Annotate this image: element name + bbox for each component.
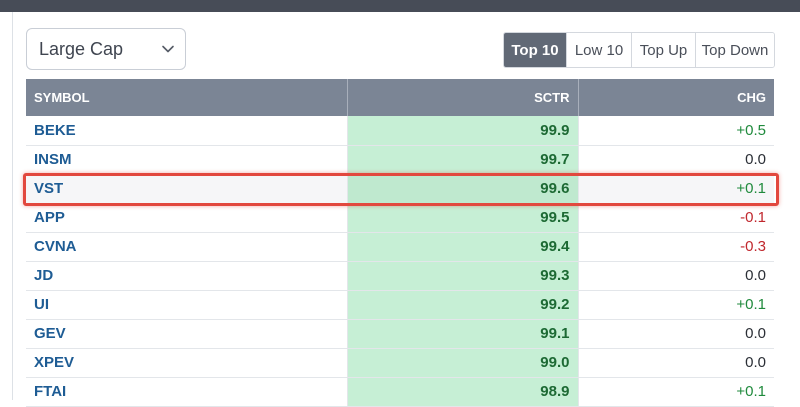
symbol-link[interactable]: APP [26, 203, 348, 233]
change-value: -0.3 [578, 232, 774, 262]
table-row: INSM 99.7 0.0 [26, 145, 774, 175]
filter-low-10-button[interactable]: Low 10 [566, 33, 631, 67]
sctr-value: 99.4 [347, 232, 579, 262]
symbol-link[interactable]: GEV [26, 319, 348, 349]
symbol-link[interactable]: VST [26, 174, 348, 204]
change-value: 0.0 [578, 319, 774, 349]
symbol-link[interactable]: JD [26, 261, 348, 291]
top-bar [0, 0, 800, 12]
table-row: APP 99.5 -0.1 [26, 203, 774, 233]
symbol-link[interactable]: BEKE [26, 116, 348, 146]
cap-size-dropdown[interactable]: Large Cap [26, 28, 186, 70]
table-header-row: SYMBOL SCTR CHG [26, 79, 774, 116]
sctr-value: 98.9 [347, 377, 579, 407]
symbol-link[interactable]: FTAI [26, 377, 348, 407]
table-row: XPEV 99.0 0.0 [26, 348, 774, 378]
symbol-link[interactable]: INSM [26, 145, 348, 175]
sctr-value: 99.5 [347, 203, 579, 233]
change-value: -0.1 [578, 203, 774, 233]
sctr-value: 99.6 [347, 174, 579, 204]
symbol-link[interactable]: XPEV [26, 348, 348, 378]
column-header-chg[interactable]: CHG [578, 79, 774, 116]
change-value: 0.0 [578, 261, 774, 291]
filter-top-up-button[interactable]: Top Up [631, 33, 695, 67]
change-value: +0.1 [578, 174, 774, 204]
sctr-value: 99.3 [347, 261, 579, 291]
column-header-sctr[interactable]: SCTR [347, 79, 579, 116]
sctr-value: 99.2 [347, 290, 579, 320]
sctr-value: 99.1 [347, 319, 579, 349]
chevron-down-icon [162, 45, 174, 53]
change-value: +0.5 [578, 116, 774, 146]
sctr-value: 99.9 [347, 116, 579, 146]
sctr-value: 99.0 [347, 348, 579, 378]
table-row: JD 99.3 0.0 [26, 261, 774, 291]
cap-size-value: Large Cap [39, 38, 124, 59]
table-row-highlighted: VST 99.6 +0.1 [26, 174, 774, 204]
column-header-symbol[interactable]: SYMBOL [26, 79, 348, 116]
sctr-value: 99.7 [347, 145, 579, 175]
ranking-filter-group: Top 10 Low 10 Top Up Top Down [503, 32, 775, 68]
symbol-link[interactable]: UI [26, 290, 348, 320]
sctr-table: SYMBOL SCTR CHG BEKE 99.9 +0.5 INSM 99.7… [26, 79, 774, 407]
symbol-link[interactable]: CVNA [26, 232, 348, 262]
change-value: +0.1 [578, 290, 774, 320]
change-value: 0.0 [578, 348, 774, 378]
table-row: BEKE 99.9 +0.5 [26, 116, 774, 146]
change-value: +0.1 [578, 377, 774, 407]
table-row: UI 99.2 +0.1 [26, 290, 774, 320]
filter-top-10-button[interactable]: Top 10 [504, 33, 566, 67]
filter-top-down-button[interactable]: Top Down [695, 33, 774, 67]
table-row: GEV 99.1 0.0 [26, 319, 774, 349]
table-row: FTAI 98.9 +0.1 [26, 377, 774, 407]
table-row: CVNA 99.4 -0.3 [26, 232, 774, 262]
change-value: 0.0 [578, 145, 774, 175]
